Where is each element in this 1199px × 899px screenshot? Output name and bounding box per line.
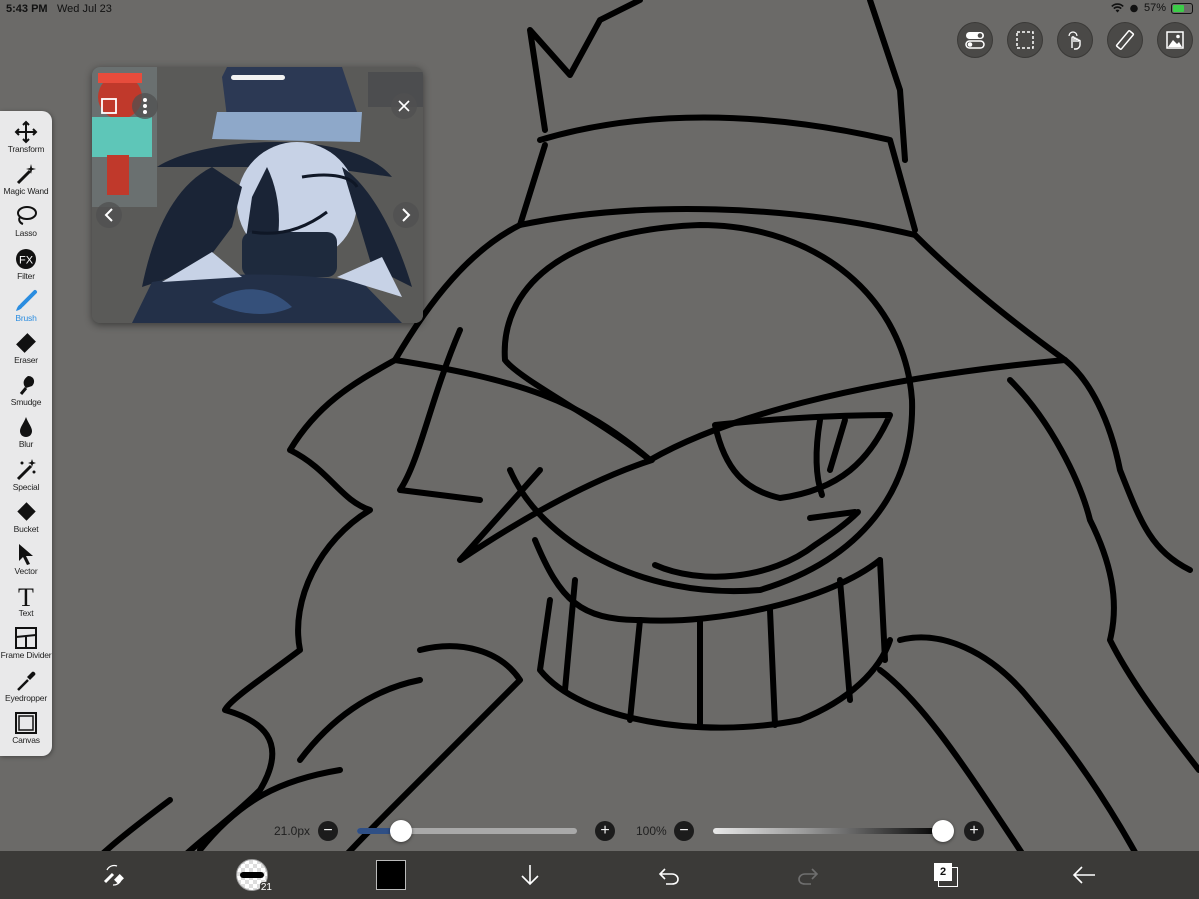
arrow-left-icon bbox=[1072, 866, 1095, 884]
redo-button[interactable] bbox=[791, 858, 825, 892]
tool-lasso[interactable]: Lasso bbox=[0, 203, 52, 245]
square-icon bbox=[101, 98, 117, 114]
tool-label: Filter bbox=[17, 270, 35, 281]
top-tools bbox=[957, 22, 1193, 58]
brush-size-button[interactable]: 21 bbox=[235, 858, 273, 893]
undo-icon bbox=[658, 868, 679, 885]
gesture-icon[interactable] bbox=[1057, 22, 1093, 58]
tool-label: Blur bbox=[18, 439, 34, 450]
more-vertical-icon bbox=[143, 98, 147, 114]
brush-settings: 21.0px − + 100% − + bbox=[0, 818, 1199, 844]
text-icon: T bbox=[13, 584, 39, 608]
tool-vector[interactable]: Vector bbox=[0, 541, 52, 583]
selection-icon[interactable] bbox=[1007, 22, 1043, 58]
toggle-icon[interactable] bbox=[957, 22, 993, 58]
download-button[interactable] bbox=[513, 858, 547, 892]
tool-palette: Transform Magic Wand Lasso FX Filter Brush Era… bbox=[0, 111, 52, 756]
tool-label: Bucket bbox=[13, 523, 39, 534]
tool-brush[interactable]: Brush bbox=[0, 288, 52, 330]
arrow-down-icon bbox=[521, 865, 539, 886]
ruler-icon[interactable] bbox=[1107, 22, 1143, 58]
tool-label: Special bbox=[12, 481, 40, 492]
smudge-icon bbox=[13, 373, 39, 397]
layer-count: 2 bbox=[934, 863, 952, 881]
back-button[interactable] bbox=[1067, 858, 1101, 892]
layers-button[interactable]: 2 bbox=[929, 858, 963, 892]
brush-icon bbox=[13, 289, 39, 313]
magic-wand-icon bbox=[13, 162, 39, 186]
tool-smudge[interactable]: Smudge bbox=[0, 372, 52, 414]
tool-label: Canvas bbox=[12, 734, 40, 745]
tool-bucket[interactable]: Bucket bbox=[0, 499, 52, 541]
close-icon bbox=[398, 100, 410, 112]
opacity-slider[interactable] bbox=[713, 828, 943, 834]
tool-text[interactable]: T Text bbox=[0, 583, 52, 625]
reference-next-button[interactable] bbox=[393, 202, 419, 228]
drop-icon bbox=[13, 415, 39, 439]
sparkle-icon bbox=[13, 458, 39, 482]
tool-magic-wand[interactable]: Magic Wand bbox=[0, 161, 52, 203]
tool-label: Brush bbox=[15, 312, 37, 323]
tool-canvas[interactable]: Canvas bbox=[0, 710, 52, 752]
tool-eyedropper[interactable]: Eyedropper bbox=[0, 668, 52, 710]
svg-text:FX: FX bbox=[19, 254, 34, 266]
undo-button[interactable] bbox=[652, 858, 686, 892]
brush-preview-icon: 21 bbox=[236, 859, 273, 893]
reference-window[interactable] bbox=[92, 67, 423, 323]
tool-label: Lasso bbox=[15, 228, 37, 239]
color-swatch bbox=[376, 860, 406, 890]
lasso-icon bbox=[13, 204, 39, 228]
tool-label: Vector bbox=[14, 566, 38, 576]
opacity-knob[interactable] bbox=[932, 820, 954, 842]
opacity-value: 100% bbox=[636, 824, 667, 838]
tool-eraser[interactable]: Eraser bbox=[0, 330, 52, 372]
brush-eraser-swap-icon bbox=[103, 864, 124, 886]
tool-frame-divider[interactable]: Frame Divider bbox=[0, 625, 52, 667]
canvas-icon bbox=[13, 711, 39, 735]
swap-brush-eraser-button[interactable] bbox=[97, 858, 131, 892]
reference-more-button[interactable] bbox=[132, 93, 158, 119]
material-icon[interactable] bbox=[1157, 22, 1193, 58]
brush-size-value: 21.0px bbox=[274, 824, 311, 838]
chevron-left-icon bbox=[104, 208, 113, 222]
bottom-bar: 21 2 bbox=[0, 851, 1199, 899]
brush-size-plus-button[interactable]: + bbox=[595, 821, 615, 841]
tool-label: Magic Wand bbox=[3, 186, 49, 197]
tool-label: Eyedropper bbox=[5, 692, 47, 703]
reference-prev-button[interactable] bbox=[96, 202, 122, 228]
opacity-plus-button[interactable]: + bbox=[964, 821, 984, 841]
fx-icon: FX bbox=[13, 247, 39, 271]
brush-size-badge: 21 bbox=[259, 882, 273, 893]
reference-drag-handle[interactable] bbox=[231, 75, 285, 80]
chevron-right-icon bbox=[402, 208, 411, 222]
tool-label: Smudge bbox=[10, 397, 42, 408]
tool-transform[interactable]: Transform bbox=[0, 119, 52, 161]
tool-filter[interactable]: FX Filter bbox=[0, 246, 52, 288]
frame-divider-icon bbox=[13, 626, 39, 650]
reference-resize-button[interactable] bbox=[96, 93, 122, 119]
opacity-minus-button[interactable]: − bbox=[674, 821, 694, 841]
redo-icon bbox=[798, 868, 819, 885]
layers-icon: 2 bbox=[933, 862, 959, 888]
color-button[interactable] bbox=[374, 858, 408, 892]
tool-blur[interactable]: Blur bbox=[0, 414, 52, 456]
eyedropper-icon bbox=[13, 669, 39, 693]
tool-label: Text bbox=[18, 608, 34, 619]
brush-size-minus-button[interactable]: − bbox=[318, 821, 338, 841]
svg-text:T: T bbox=[18, 584, 34, 608]
cursor-arrow-icon bbox=[13, 542, 39, 566]
move-arrows-icon bbox=[13, 120, 39, 144]
brush-size-knob[interactable] bbox=[390, 820, 412, 842]
tool-special[interactable]: Special bbox=[0, 457, 52, 499]
eraser-icon bbox=[13, 331, 39, 355]
tool-label: Frame Divider bbox=[0, 650, 52, 661]
tool-label: Eraser bbox=[14, 355, 38, 365]
reference-close-button[interactable] bbox=[391, 93, 417, 119]
tool-label: Transform bbox=[7, 144, 45, 154]
bucket-icon bbox=[13, 500, 39, 524]
